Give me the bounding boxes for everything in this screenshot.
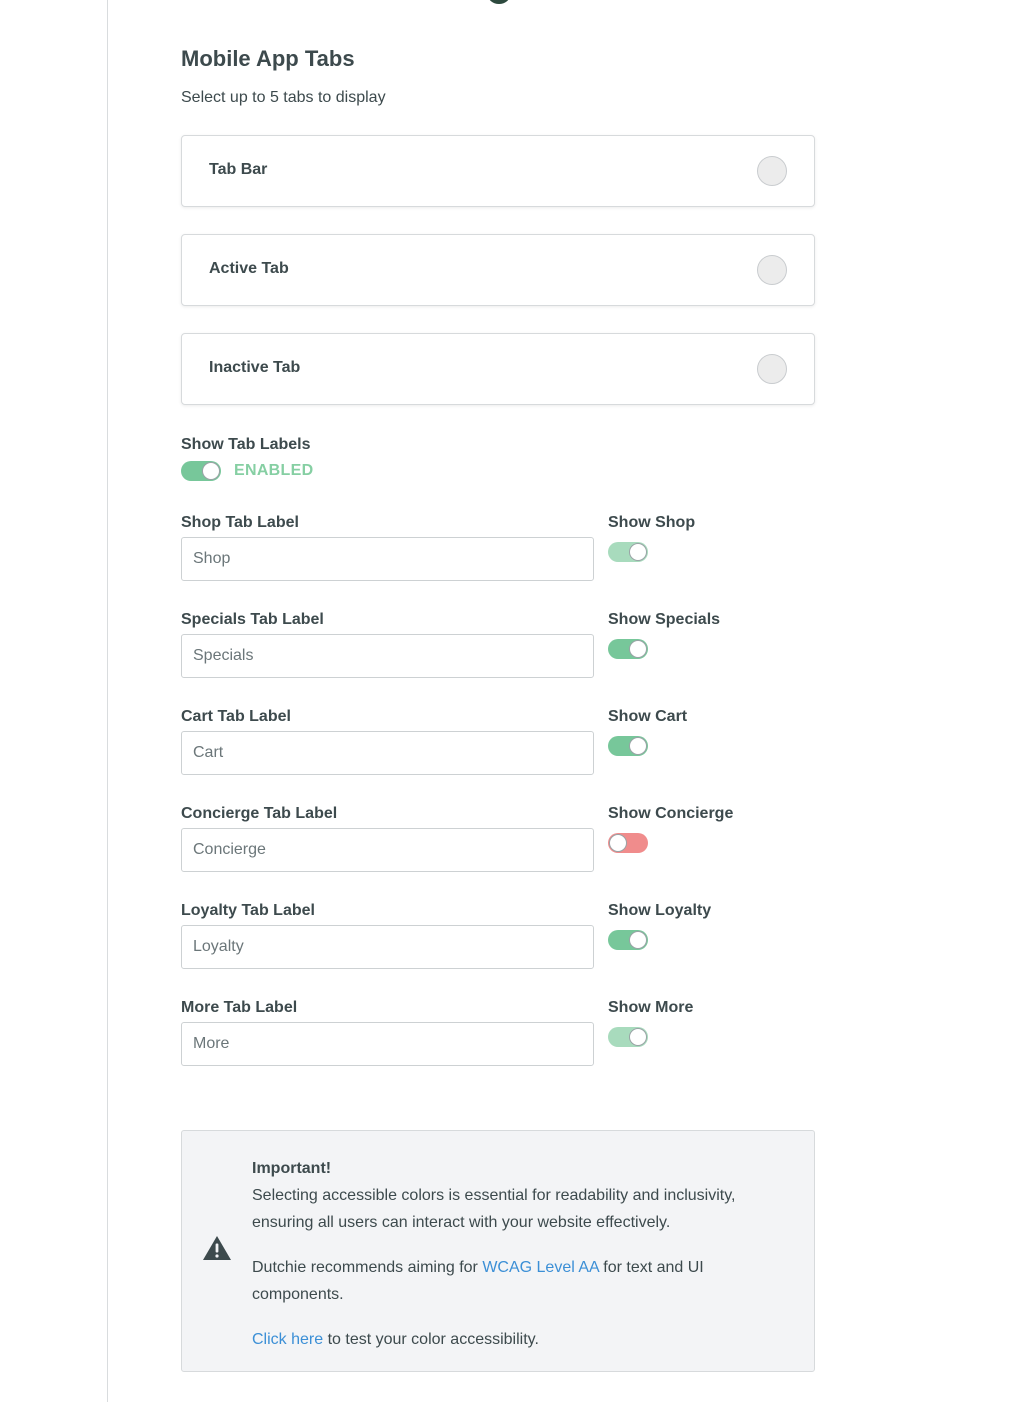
notice-body: Important! Selecting accessible colors i…	[252, 1155, 792, 1353]
top-partial-icon	[488, 0, 510, 4]
notice-text: Dutchie recommends aiming for	[252, 1259, 483, 1276]
show-tab-labels-toggle[interactable]	[181, 461, 221, 481]
toggle-knob	[629, 1028, 647, 1046]
show-more-label: Show More	[608, 999, 694, 1016]
notice-paragraph-1: Selecting accessible colors is essential…	[252, 1187, 736, 1231]
left-divider	[107, 0, 108, 1402]
show-specials-label: Show Specials	[608, 611, 721, 628]
show-specials-toggle[interactable]	[608, 639, 648, 659]
toggle-knob	[629, 543, 647, 561]
page: Mobile App Tabs Select up to 5 tabs to d…	[0, 0, 1022, 1402]
wcag-link[interactable]: WCAG Level AA	[482, 1259, 599, 1276]
show-more-toggle[interactable]	[608, 1027, 648, 1047]
color-swatch-active-tab[interactable]	[757, 255, 787, 285]
color-row-active-tab[interactable]: Active Tab	[181, 234, 815, 306]
notice-paragraph-3: Click here to test your color accessibil…	[252, 1326, 792, 1353]
more-tab-label-heading: More Tab Label	[181, 999, 298, 1016]
toggle-knob	[629, 737, 647, 755]
show-loyalty-label: Show Loyalty	[608, 902, 712, 919]
concierge-tab-label-input[interactable]	[181, 828, 594, 872]
color-row-label: Active Tab	[209, 260, 289, 277]
toggle-knob	[202, 462, 220, 480]
show-concierge-toggle[interactable]	[608, 833, 648, 853]
section-title: Mobile App Tabs	[181, 46, 355, 71]
specials-tab-label-input[interactable]	[181, 634, 594, 678]
specials-tab-label-heading: Specials Tab Label	[181, 611, 324, 628]
loyalty-tab-label-input[interactable]	[181, 925, 594, 969]
toggle-knob	[629, 931, 647, 949]
show-cart-toggle[interactable]	[608, 736, 648, 756]
notice-paragraph-2: Dutchie recommends aiming for WCAG Level…	[252, 1254, 792, 1308]
click-here-link[interactable]: Click here	[252, 1331, 323, 1348]
color-row-tab-bar[interactable]: Tab Bar	[181, 135, 815, 207]
cart-tab-label-heading: Cart Tab Label	[181, 708, 291, 725]
show-tab-labels-status: ENABLED	[234, 462, 314, 479]
shop-tab-label-input[interactable]	[181, 537, 594, 581]
loyalty-tab-label-heading: Loyalty Tab Label	[181, 902, 315, 919]
concierge-tab-label-heading: Concierge Tab Label	[181, 805, 338, 822]
more-tab-label-input[interactable]	[181, 1022, 594, 1066]
notice-text: to test your color accessibility.	[323, 1331, 539, 1348]
section-subtitle: Select up to 5 tabs to display	[181, 89, 386, 106]
toggle-knob	[629, 640, 647, 658]
show-concierge-label: Show Concierge	[608, 805, 734, 822]
accessibility-notice: Important! Selecting accessible colors i…	[181, 1130, 815, 1372]
cart-tab-label-input[interactable]	[181, 731, 594, 775]
show-cart-label: Show Cart	[608, 708, 688, 725]
color-row-label: Tab Bar	[209, 161, 268, 178]
color-swatch-tab-bar[interactable]	[757, 156, 787, 186]
color-row-label: Inactive Tab	[209, 359, 301, 376]
shop-tab-label-heading: Shop Tab Label	[181, 514, 299, 531]
toggle-knob	[609, 834, 627, 852]
show-shop-toggle[interactable]	[608, 542, 648, 562]
show-loyalty-toggle[interactable]	[608, 930, 648, 950]
color-row-inactive-tab[interactable]: Inactive Tab	[181, 333, 815, 405]
notice-title: Important!	[252, 1160, 332, 1177]
show-tab-labels-label: Show Tab Labels	[181, 436, 311, 453]
warning-icon	[203, 1236, 231, 1260]
color-swatch-inactive-tab[interactable]	[757, 354, 787, 384]
show-shop-label: Show Shop	[608, 514, 696, 531]
